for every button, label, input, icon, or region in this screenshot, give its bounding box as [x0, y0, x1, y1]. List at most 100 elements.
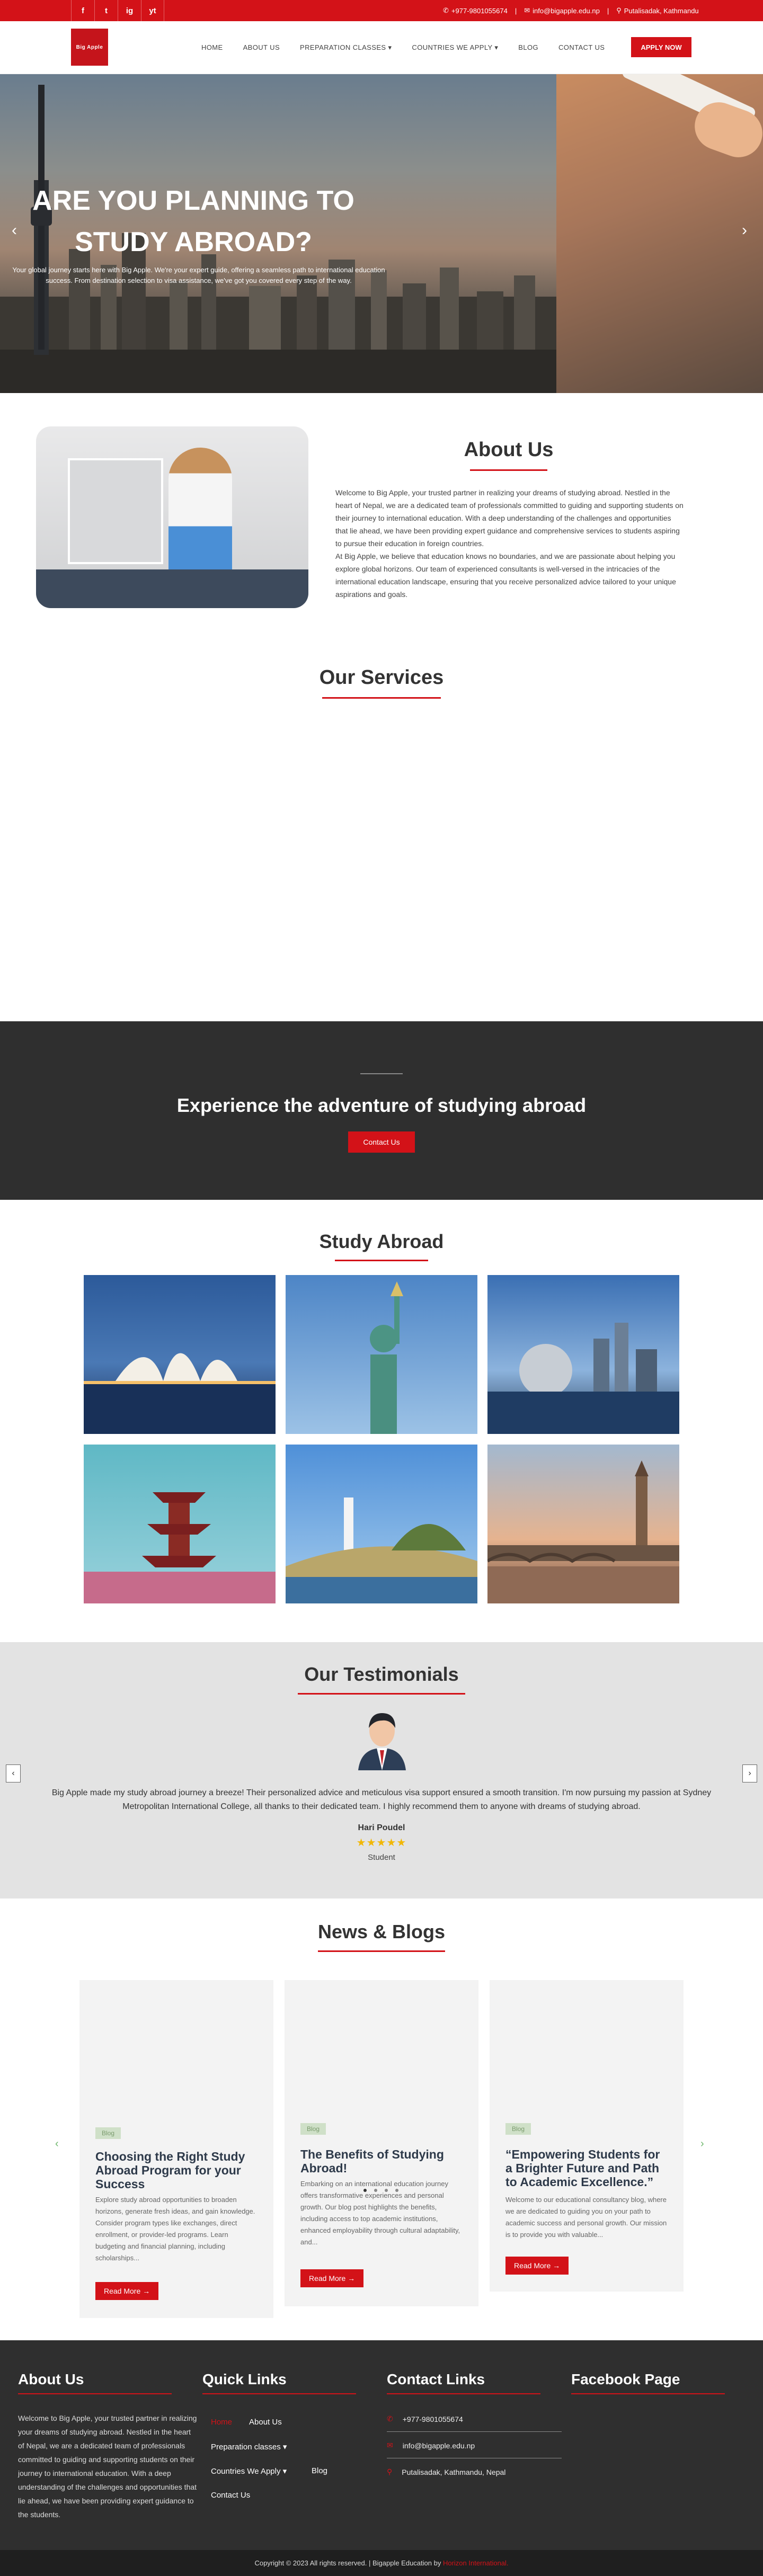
blog-tag[interactable]: Blog: [300, 2123, 326, 2135]
location-icon: ⚲: [387, 2467, 393, 2476]
instagram-icon[interactable]: ig: [118, 0, 141, 21]
footer-divider: [387, 2431, 562, 2432]
footer-link-countries[interactable]: Countries We Apply ▾: [211, 2466, 287, 2476]
bookshelf: [68, 458, 163, 564]
study-abroad-underline: [335, 1260, 428, 1261]
testimonial-prev-button[interactable]: ‹: [6, 1764, 21, 1782]
top-contact: ✆ +977-9801055674 | ✉ info@bigapple.edu.np…: [443, 6, 699, 15]
contact-us-button[interactable]: Contact Us: [348, 1131, 415, 1153]
destination-new-zealand[interactable]: [286, 1445, 477, 1603]
blog-card-text: Explore study abroad opportunities to br…: [95, 2196, 255, 2262]
destination-australia[interactable]: [84, 1275, 276, 1434]
phone-icon: ✆: [443, 6, 449, 14]
blog-card[interactable]: Blog “Empowering Students for a Brighter…: [490, 1980, 684, 2292]
facebook-icon[interactable]: f: [71, 0, 94, 21]
credit-link[interactable]: Horizon International.: [443, 2559, 509, 2567]
blog-card-title[interactable]: Choosing the Right Study Abroad Program …: [95, 2150, 258, 2191]
hero-title-line2: STUDY ABROAD?: [75, 227, 312, 257]
nav-item-contact[interactable]: CONTACT US: [558, 43, 605, 52]
footer-link-contact[interactable]: Contact Us: [211, 2491, 250, 2500]
blog-card-text: Welcome to our educational consultancy b…: [505, 2196, 667, 2239]
carousel-dots: [363, 2189, 398, 2192]
carousel-dot[interactable]: [363, 2189, 367, 2192]
read-more-button[interactable]: Read More →: [95, 2282, 159, 2300]
mail-icon: ✉: [524, 6, 530, 14]
footer-about-text: Welcome to Big Apple, your trusted partn…: [18, 2414, 197, 2519]
youtube-icon[interactable]: yt: [141, 0, 164, 21]
footer-email-text: info@bigapple.edu.np: [402, 2441, 475, 2450]
footer-quick-title: Quick Links: [202, 2371, 287, 2387]
footer-about-underline: [18, 2393, 172, 2394]
top-phone-text: +977-9801055674: [451, 6, 508, 15]
destination-usa[interactable]: [286, 1275, 477, 1434]
apply-now-button[interactable]: APPLY NOW: [631, 37, 691, 57]
nav-item-about[interactable]: ABOUT US: [243, 43, 280, 52]
graduation-image: [556, 74, 763, 393]
nav-menu: HOME ABOUT US PREPARATION CLASSES ▾ COUN…: [201, 43, 605, 52]
twitter-icon[interactable]: t: [94, 0, 118, 21]
copyright-text: Copyright © 2023 All rights reserved. | …: [254, 2559, 441, 2567]
blog-next-arrow[interactable]: ›: [700, 2138, 704, 2150]
nav-item-preparation[interactable]: PREPARATION CLASSES ▾: [300, 43, 392, 52]
about-title: About Us: [464, 439, 554, 461]
footer-address-text: Putalisadak, Kathmandu, Nepal: [402, 2467, 506, 2476]
blog-card[interactable]: Blog Choosing the Right Study Abroad Pro…: [79, 1980, 273, 2318]
hero-title-line1: ARE YOU PLANNING TO: [32, 185, 354, 216]
carousel-dot[interactable]: [374, 2189, 377, 2192]
social-links: f t ig yt: [71, 0, 164, 21]
adventure-title: Experience the adventure of studying abr…: [176, 1094, 587, 1116]
hero-title: ARE YOU PLANNING TO STUDY ABROAD?: [21, 180, 366, 263]
testimonial-quote: Big Apple made my study abroad journey a…: [51, 1788, 712, 1811]
testimonial-role: Student: [368, 1853, 395, 1862]
services-title-underline: [322, 697, 441, 699]
top-phone[interactable]: ✆ +977-9801055674: [443, 6, 508, 15]
blog-card[interactable]: Blog The Benefits of Studying Abroad! Em…: [285, 1980, 478, 2306]
footer-link-about[interactable]: About Us: [249, 2418, 282, 2427]
top-email[interactable]: ✉ info@bigapple.edu.np: [524, 6, 600, 15]
blog-card-title[interactable]: The Benefits of Studying Abroad!: [300, 2147, 463, 2175]
hero-subtitle: Your global journey starts here with Big…: [12, 266, 385, 284]
footer-link-preparation[interactable]: Preparation classes ▾: [211, 2442, 287, 2452]
hero-prev-arrow[interactable]: ‹: [12, 221, 17, 239]
footer-facebook-title: Facebook Page: [571, 2371, 680, 2387]
hero-slider: ARE YOU PLANNING TO STUDY ABROAD? Your g…: [0, 74, 763, 393]
mail-icon: ✉: [387, 2441, 393, 2449]
phone-icon: ✆: [387, 2414, 393, 2423]
footer-link-blog[interactable]: Blog: [312, 2466, 327, 2475]
testimonials-title: Our Testimonials: [304, 1663, 459, 1685]
read-more-button[interactable]: Read More →: [505, 2257, 569, 2275]
footer-email[interactable]: ✉ info@bigapple.edu.np: [387, 2441, 475, 2450]
destination-canada[interactable]: [487, 1275, 679, 1434]
location-icon: ⚲: [616, 6, 622, 14]
destination-japan[interactable]: [84, 1445, 276, 1603]
nav-item-blog[interactable]: BLOG: [518, 43, 538, 52]
footer-address: ⚲ Putalisadak, Kathmandu, Nepal: [387, 2467, 505, 2476]
about-text: Welcome to Big Apple, your trusted partn…: [335, 486, 685, 601]
star-rating-icon: ★★★★★: [356, 1837, 407, 1849]
testimonial-next-button[interactable]: ›: [742, 1764, 757, 1782]
study-abroad-title: Study Abroad: [319, 1231, 444, 1252]
carousel-dot[interactable]: [385, 2189, 388, 2192]
destination-uk[interactable]: [487, 1445, 679, 1603]
footer-phone[interactable]: ✆ +977-9801055674: [387, 2414, 463, 2423]
blog-tag[interactable]: Blog: [95, 2127, 121, 2139]
blog-prev-arrow[interactable]: ‹: [55, 2138, 59, 2150]
nav-item-countries[interactable]: COUNTRIES WE APPLY ▾: [412, 43, 498, 52]
adventure-banner: Experience the adventure of studying abr…: [0, 1021, 763, 1200]
footer-contact-title: Contact Links: [387, 2371, 485, 2387]
footer-facebook-underline: [571, 2393, 725, 2394]
blog-tag[interactable]: Blog: [505, 2123, 531, 2135]
footer: About Us Welcome to Big Apple, your trus…: [0, 2340, 763, 2576]
logo[interactable]: Big Apple: [71, 29, 108, 66]
hero-next-arrow[interactable]: ›: [742, 221, 747, 239]
blog-card-title[interactable]: “Empowering Students for a Brighter Futu…: [505, 2147, 668, 2189]
main-navbar: Big Apple HOME ABOUT US PREPARATION CLAS…: [0, 21, 763, 74]
about-para-2: At Big Apple, we believe that education …: [335, 552, 676, 599]
testimonial-name: Hari Poudel: [358, 1823, 405, 1832]
nav-item-home[interactable]: HOME: [201, 43, 223, 52]
carousel-dot[interactable]: [395, 2189, 398, 2192]
read-more-button[interactable]: Read More →: [300, 2269, 364, 2287]
news-underline: [318, 1950, 445, 1952]
avatar: [358, 1713, 406, 1770]
footer-link-home[interactable]: Home: [211, 2418, 232, 2427]
